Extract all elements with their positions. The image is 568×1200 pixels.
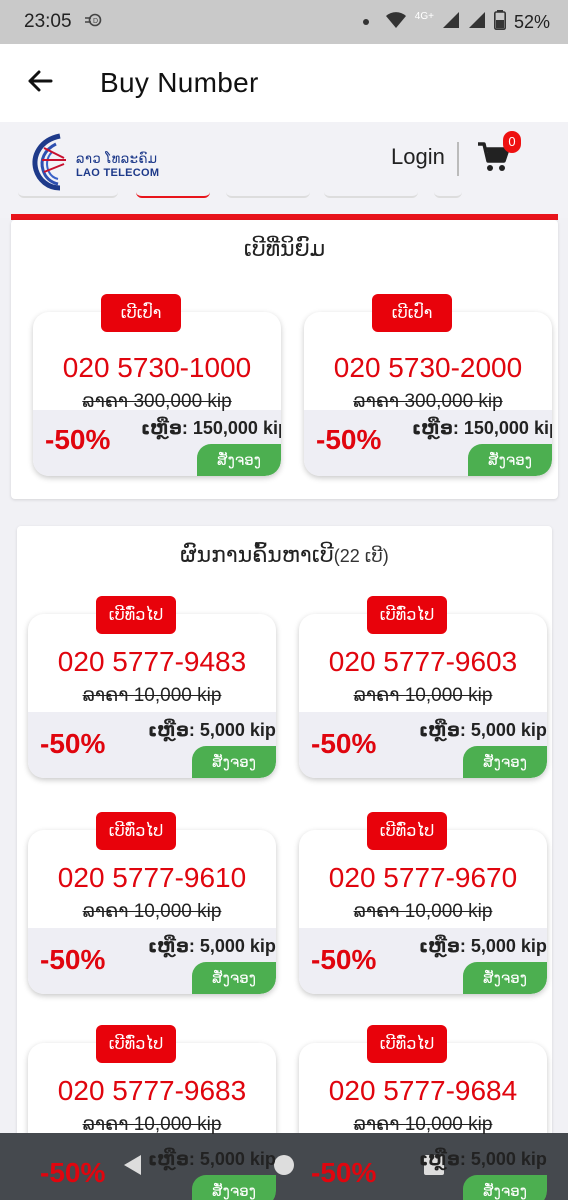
nav-menu-stubs (0, 192, 568, 200)
back-arrow-icon (27, 70, 53, 97)
site-header: ລາວ ໂທລະຄົມ LAO TELECOM Login (0, 122, 568, 218)
order-button[interactable]: ສັ່ງຈອງ (463, 746, 547, 778)
card-body: 020 5730-2000 ລາຄາ 300,000 kip -50% ເຫຼື… (304, 312, 552, 476)
original-price: ລາຄາ 10,000 kip (353, 1114, 493, 1135)
original-price: ລາຄາ 10,000 kip (82, 685, 222, 706)
svg-text:D: D (93, 18, 98, 25)
original-price: ລາຄາ 10,000 kip (82, 901, 222, 922)
phone-number: 020 5777-9603 (328, 646, 518, 677)
number-category-tag: ເບີທົ່ວໄປ (367, 812, 447, 850)
menu-stub-active[interactable] (136, 192, 210, 198)
page-title: Buy Number (100, 67, 259, 98)
globe-logo-icon (30, 130, 72, 199)
lao-telecom-logo[interactable]: ລາວ ໂທລະຄົມ LAO TELECOM (30, 130, 159, 199)
discounted-price: ເຫຼືອ: 5,000 kip (419, 1149, 547, 1169)
original-price: ລາຄາ 300,000 kip (353, 391, 503, 412)
order-button[interactable]: ສັ່ງຈອງ (192, 1175, 276, 1200)
phone-number: 020 5777-9670 (328, 862, 518, 893)
original-price: ລາຄາ 300,000 kip (82, 391, 232, 412)
network-type: 4G+ (414, 10, 434, 22)
data-saver-icon: D (84, 11, 102, 33)
app-bar: Buy Number (0, 44, 568, 122)
results-section-title: ຜົນການຄົ້ນຫາເບີ(22 ເບີ) (17, 542, 552, 568)
cart-icon (476, 142, 510, 178)
card-body: 020 5777-9670 ລາຄາ 10,000 kip -50% ເຫຼືອ… (299, 830, 547, 994)
order-button[interactable]: ສັ່ງຈອງ (463, 1175, 547, 1200)
logo-en-text: LAO TELECOM (76, 166, 160, 179)
menu-stub[interactable] (18, 192, 118, 198)
discounted-price: ເຫຼືອ: 150,000 kip (412, 418, 552, 438)
original-price: ລາຄາ 10,000 kip (82, 1114, 222, 1135)
signal-icon (442, 11, 460, 34)
discount-percent: -50% (311, 944, 377, 975)
order-button[interactable]: ສັ່ງຈອງ (468, 444, 552, 476)
discount-percent: -50% (40, 944, 106, 975)
card-body: 020 5777-9603 ລາຄາ 10,000 kip -50% ເຫຼືອ… (299, 614, 547, 778)
phone-number: 020 5777-9483 (57, 646, 247, 677)
discount-percent: -50% (311, 1157, 377, 1188)
notification-dot-icon (362, 19, 369, 25)
discount-percent: -50% (311, 728, 377, 759)
battery-percent: 52% (513, 11, 550, 32)
logo-lao-text: ລາວ ໂທລະຄົມ (76, 150, 158, 166)
phone-number: 020 5730-2000 (333, 352, 523, 383)
back-button[interactable] (0, 44, 80, 122)
phone-number: 020 5730-1000 (62, 352, 252, 383)
order-button[interactable]: ສັ່ງຈອງ (463, 962, 547, 994)
discount-percent: -50% (316, 424, 382, 455)
discount-percent: -50% (40, 728, 106, 759)
discounted-price: ເຫຼືອ: 5,000 kip (419, 936, 547, 956)
number-category-tag: ເບີທົ່ວໄປ (367, 596, 447, 634)
menu-stub[interactable] (226, 192, 310, 198)
popular-section-title: ເບີທີ່ນິຍົມ (243, 236, 326, 261)
popular-numbers-panel: ເບີທີ່ນິຍົມ ເບີເປົາ 020 5730-1000 ລາຄາ 3… (11, 220, 558, 499)
number-card[interactable]: ເບີເປົາ 020 5730-2000 ລາຄາ 300,000 kip -… (304, 294, 552, 476)
menu-stub[interactable] (434, 192, 462, 198)
number-card[interactable]: ເບີທົ່ວໄປ 020 5777-9483 ລາຄາ 10,000 kip … (28, 596, 276, 778)
header-divider (457, 142, 459, 176)
status-time: 23:05 (24, 11, 72, 32)
order-button[interactable]: ສັ່ງຈອງ (197, 444, 281, 476)
original-price: ລາຄາ 10,000 kip (353, 901, 493, 922)
phone-number: 020 5777-9610 (57, 862, 247, 893)
nav-back-icon (121, 1153, 143, 1182)
results-count: (22 ເບີ) (333, 546, 389, 566)
card-body: 020 5777-9483 ລາຄາ 10,000 kip -50% ເຫຼືອ… (28, 614, 276, 778)
order-button[interactable]: ສັ່ງຈອງ (192, 962, 276, 994)
status-bar: 23:05 D 4G+ 52% (0, 0, 568, 44)
discounted-price: ເຫຼືອ: 5,000 kip (148, 720, 276, 740)
card-body: 020 5777-9610 ລາຄາ 10,000 kip -50% ເຫຼືອ… (28, 830, 276, 994)
number-card[interactable]: ເບີທົ່ວໄປ 020 5777-9603 ລາຄາ 10,000 kip … (299, 596, 547, 778)
phone-number: 020 5777-9684 (328, 1075, 518, 1106)
signal-2-icon (468, 11, 486, 34)
number-category-tag: ເບີທົ່ວໄປ (96, 812, 176, 850)
number-category-tag: ເບີທົ່ວໄປ (367, 1025, 447, 1063)
discounted-price: ເຫຼືອ: 5,000 kip (148, 936, 276, 956)
wifi-icon (385, 11, 407, 34)
original-price: ລາຄາ 10,000 kip (353, 685, 493, 706)
cart-count-badge: 0 (503, 131, 521, 153)
discounted-price: ເຫຼືອ: 150,000 kip (141, 418, 281, 438)
number-category-tag: ເບີທົ່ວໄປ (96, 1025, 176, 1063)
results-title-text: ຜົນການຄົ້ນຫາເບີ (180, 542, 334, 567)
order-button[interactable]: ສັ່ງຈອງ (192, 746, 276, 778)
card-body: 020 5730-1000 ລາຄາ 300,000 kip -50% ເຫຼື… (33, 312, 281, 476)
number-card[interactable]: ເບີເປົາ 020 5730-1000 ລາຄາ 300,000 kip -… (33, 294, 281, 476)
login-link[interactable]: Login (391, 144, 445, 170)
number-card[interactable]: ເບີທົ່ວໄປ 020 5777-9670 ລາຄາ 10,000 kip … (299, 812, 547, 994)
number-card[interactable]: ເບີທົ່ວໄປ 020 5777-9610 ລາຄາ 10,000 kip … (28, 812, 276, 994)
discount-percent: -50% (40, 1157, 106, 1188)
menu-stub[interactable] (324, 192, 418, 198)
number-category-tag: ເບີທົ່ວໄປ (96, 596, 176, 634)
discount-percent: -50% (45, 424, 111, 455)
phone-number: 020 5777-9683 (57, 1075, 247, 1106)
discounted-price: ເຫຼືອ: 5,000 kip (148, 1149, 276, 1169)
discounted-price: ເຫຼືອ: 5,000 kip (419, 720, 547, 740)
number-category-tag: ເບີເປົາ (101, 294, 181, 332)
number-category-tag: ເບີເປົາ (372, 294, 452, 332)
nav-back-button[interactable] (112, 1147, 152, 1187)
battery-icon (493, 9, 506, 35)
